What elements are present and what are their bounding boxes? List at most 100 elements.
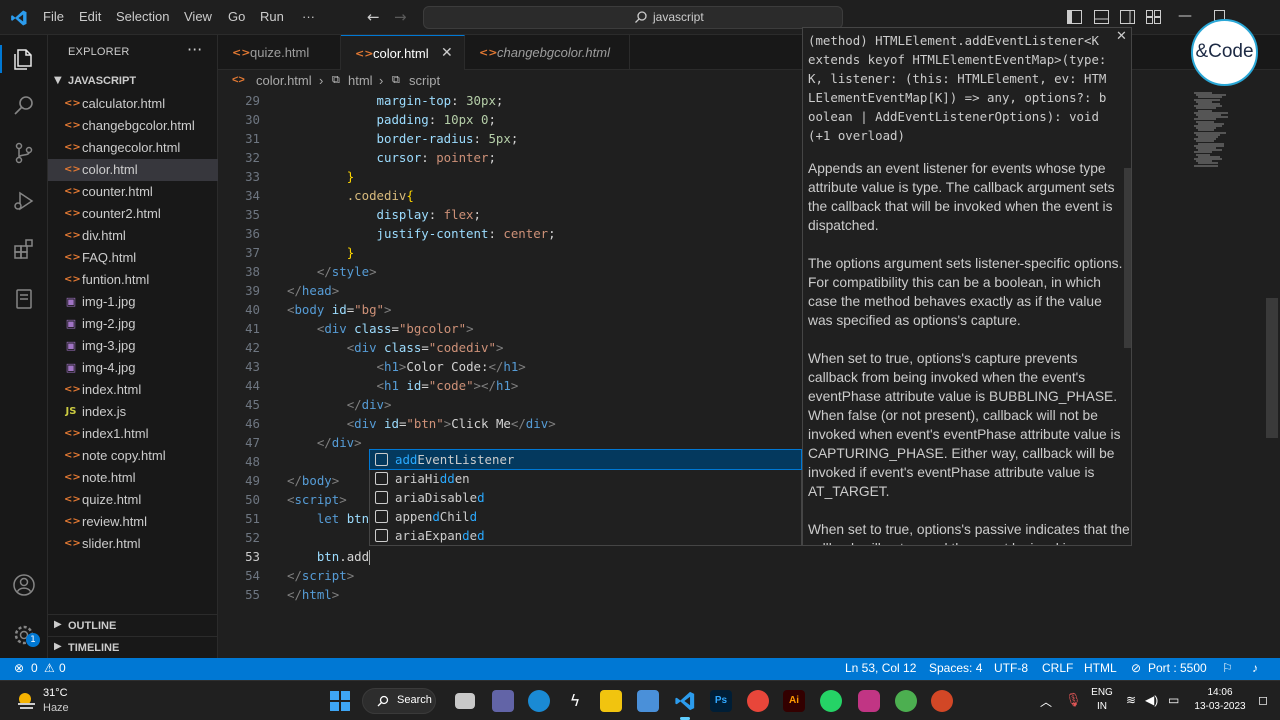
run-debug-icon[interactable] [12, 189, 36, 213]
error-icon[interactable]: ⊗ [14, 661, 24, 675]
minimize-icon[interactable]: — [1178, 8, 1192, 24]
tab-color-html[interactable]: <> color.html ✕ [341, 35, 465, 70]
breadcrumb-html[interactable]: html [348, 73, 373, 88]
editor-scrollbar[interactable] [1266, 298, 1278, 438]
suggestion-item[interactable]: appendChild [370, 507, 801, 526]
file-item[interactable]: <> note.html [48, 467, 218, 489]
battery-icon[interactable]: ▭ [1168, 693, 1179, 707]
menu-view[interactable]: View [184, 9, 212, 24]
notification-icon[interactable]: ◻ [1258, 693, 1268, 707]
clock-time[interactable]: 14:06 [1195, 687, 1245, 698]
file-item[interactable]: ▣ img-3.jpg [48, 335, 218, 357]
source-control-icon[interactable] [12, 141, 36, 165]
file-item[interactable]: <> counter.html [48, 181, 218, 203]
weather-temperature[interactable]: 31°C [43, 687, 68, 699]
language-bottom[interactable]: IN [1091, 701, 1113, 712]
file-item[interactable]: <> calculator.html [48, 93, 218, 115]
file-item[interactable]: ▣ img-1.jpg [48, 291, 218, 313]
powerpoint-icon[interactable] [931, 690, 953, 712]
tab-changebgcolor-html[interactable]: <> changebgcolor.html [465, 35, 630, 70]
file-item[interactable]: <> funtion.html [48, 269, 218, 291]
explorer-more-actions[interactable]: ··· [187, 40, 202, 59]
file-item[interactable]: <> changecolor.html [48, 137, 218, 159]
forward-arrow-icon[interactable]: → [394, 8, 407, 26]
photoshop-icon[interactable]: Ps [710, 690, 732, 712]
error-count[interactable]: 0 [31, 661, 38, 675]
minimap[interactable] [1190, 92, 1265, 172]
remote-explorer-icon[interactable] [12, 287, 36, 311]
windows-start-icon[interactable] [329, 690, 351, 712]
clock-date[interactable]: 13-03-2023 [1190, 701, 1250, 712]
timeline-section-header[interactable]: ▶ TIMELINE [48, 636, 218, 658]
menu-run[interactable]: Run [260, 9, 284, 24]
notifications-bell-icon[interactable]: ♪ [1252, 661, 1258, 675]
command-center[interactable]: javascript [423, 6, 843, 29]
file-item[interactable]: <> quize.html [48, 489, 218, 511]
extensions-icon[interactable] [12, 237, 36, 261]
folder-header[interactable]: ▼ JAVASCRIPT [48, 71, 218, 93]
microphone-icon[interactable]: 🎙 [1065, 692, 1082, 708]
menu-edit[interactable]: Edit [79, 9, 101, 24]
file-item[interactable]: <> FAQ.html [48, 247, 218, 269]
task-view-icon[interactable] [455, 693, 475, 709]
suggestion-item[interactable]: ariaExpanded [370, 526, 801, 545]
edge-browser-icon[interactable] [528, 690, 550, 712]
live-server-port[interactable]: Port : 5500 [1148, 661, 1207, 675]
volume-icon[interactable]: ◀) [1145, 693, 1158, 707]
file-item[interactable]: <> review.html [48, 511, 218, 533]
breadcrumb-file[interactable]: color.html [256, 73, 312, 88]
line-ending[interactable]: CRLF [1042, 661, 1073, 675]
explorer-files-icon[interactable] [12, 47, 36, 71]
feedback-icon[interactable]: ⚐ [1222, 661, 1233, 675]
instagram-icon[interactable] [858, 690, 880, 712]
store-icon[interactable] [637, 690, 659, 712]
close-icon[interactable]: ✕ [1116, 29, 1127, 44]
file-item[interactable]: <> note copy.html [48, 445, 218, 467]
file-item[interactable]: <> index1.html [48, 423, 218, 445]
weather-sun-icon[interactable] [15, 690, 37, 712]
cursor-position[interactable]: Ln 53, Col 12 [845, 661, 916, 675]
warning-count[interactable]: 0 [59, 661, 66, 675]
bolt-app-icon[interactable]: ϟ [564, 690, 586, 712]
back-arrow-icon[interactable]: ← [367, 8, 380, 26]
file-item[interactable]: JS index.js [48, 401, 218, 423]
port-icon[interactable]: ⊘ [1131, 661, 1141, 675]
search-icon[interactable] [12, 93, 36, 117]
account-icon[interactable] [12, 573, 36, 597]
outline-section-header[interactable]: ▶ OUTLINE [48, 614, 218, 636]
breadcrumb-script[interactable]: script [409, 73, 440, 88]
tray-chevron-up-icon[interactable]: ︿ [1040, 693, 1052, 710]
menu-selection[interactable]: Selection [116, 9, 169, 24]
file-item[interactable]: <> counter2.html [48, 203, 218, 225]
wifi-icon[interactable]: ≋ [1126, 693, 1136, 707]
chrome-profile-icon[interactable] [895, 690, 917, 712]
suggestion-item[interactable]: ariaHidden [370, 469, 801, 488]
file-item[interactable]: <> index.html [48, 379, 218, 401]
suggestion-item[interactable]: ariaDisabled [370, 488, 801, 507]
weather-description[interactable]: Haze [43, 702, 69, 714]
menu-more[interactable]: ··· [302, 9, 315, 24]
warning-icon[interactable]: ⚠ [44, 661, 55, 675]
taskbar-search[interactable]: Search [362, 688, 436, 714]
customize-layout-icon[interactable] [1146, 10, 1161, 24]
toggle-panel-icon[interactable] [1094, 10, 1109, 24]
file-item[interactable]: ▣ img-4.jpg [48, 357, 218, 379]
whatsapp-icon[interactable] [820, 690, 842, 712]
file-item[interactable]: <> changebgcolor.html [48, 115, 218, 137]
suggestion-item[interactable]: addEventListener [369, 449, 802, 470]
teams-icon[interactable] [492, 690, 514, 712]
file-explorer-icon[interactable] [600, 690, 622, 712]
indentation[interactable]: Spaces: 4 [929, 661, 982, 675]
illustrator-icon[interactable]: Ai [783, 690, 805, 712]
toggle-secondary-sidebar-icon[interactable] [1120, 10, 1135, 24]
chrome-icon[interactable] [747, 690, 769, 712]
language-top[interactable]: ENG [1091, 687, 1113, 698]
tab-quize-html[interactable]: <> quize.html [218, 35, 341, 70]
language-mode[interactable]: HTML [1084, 661, 1117, 675]
vscode-taskbar-icon[interactable] [674, 690, 696, 712]
menu-go[interactable]: Go [228, 9, 245, 24]
file-item[interactable]: <> color.html [48, 159, 218, 181]
file-item[interactable]: <> slider.html [48, 533, 218, 555]
encoding[interactable]: UTF-8 [994, 661, 1028, 675]
close-icon[interactable]: ✕ [441, 45, 453, 61]
